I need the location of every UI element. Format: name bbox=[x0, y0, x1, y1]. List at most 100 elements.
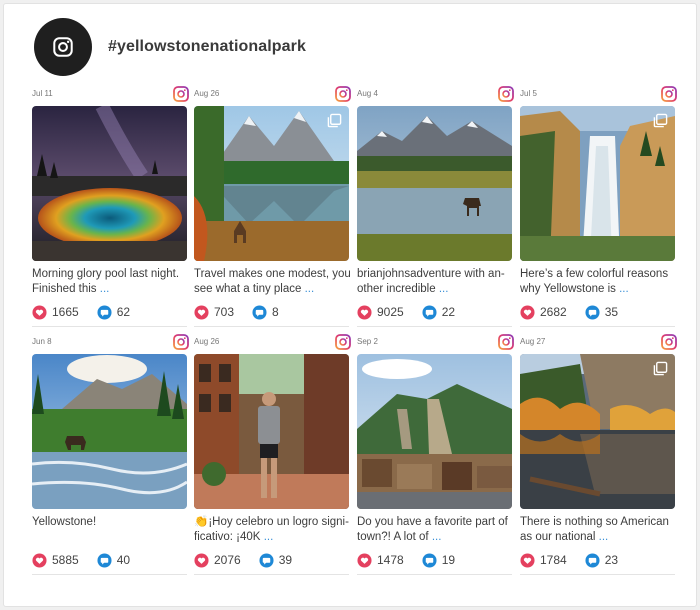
read-more-link[interactable]: ... bbox=[599, 531, 609, 543]
post-photo[interactable] bbox=[520, 354, 675, 509]
post-card[interactable]: Jul 11 Morning glory pool last night. Fi… bbox=[32, 86, 189, 331]
instagram-badge-icon[interactable] bbox=[173, 334, 189, 350]
comment-count[interactable]: 62 bbox=[97, 304, 130, 320]
post-image bbox=[194, 354, 349, 509]
read-more-link[interactable]: ... bbox=[619, 283, 629, 295]
like-count[interactable]: 703 bbox=[194, 304, 234, 320]
post-divider bbox=[32, 326, 187, 327]
post-card[interactable]: Aug 4 brianjohnsadventure with an-other … bbox=[357, 86, 514, 331]
post-card[interactable]: Jul 5 Here’s a few colorful reasons why … bbox=[520, 86, 677, 331]
like-count[interactable]: 1478 bbox=[357, 552, 404, 568]
post-meta: Aug 4 bbox=[357, 86, 514, 104]
heart-icon bbox=[32, 552, 47, 568]
comment-count-value: 39 bbox=[278, 553, 293, 567]
comment-count[interactable]: 23 bbox=[585, 552, 618, 568]
instagram-badge-icon[interactable] bbox=[498, 334, 514, 350]
heart-icon bbox=[194, 552, 209, 568]
comment-icon bbox=[97, 552, 112, 568]
post-caption[interactable]: Travel makes one modest, you see what a … bbox=[194, 267, 354, 297]
instagram-badge-icon[interactable] bbox=[335, 334, 351, 350]
post-date: Jul 5 bbox=[520, 89, 537, 98]
read-more-link[interactable]: ... bbox=[264, 531, 274, 543]
instagram-badge-icon[interactable] bbox=[661, 86, 677, 102]
post-meta: Aug 26 bbox=[194, 86, 351, 104]
like-count-value: 2682 bbox=[540, 305, 567, 319]
like-count-value: 1665 bbox=[52, 305, 79, 319]
instagram-feed-card: #yellowstonenationalpark Jul 11 Morning … bbox=[3, 3, 697, 607]
instagram-badge-icon[interactable] bbox=[498, 86, 514, 102]
post-divider bbox=[357, 574, 512, 575]
like-count-value: 1478 bbox=[377, 553, 404, 567]
comment-count[interactable]: 19 bbox=[422, 552, 456, 568]
read-more-link[interactable]: ... bbox=[439, 283, 449, 295]
post-caption[interactable]: Yellowstone! bbox=[32, 515, 192, 530]
post-date: Aug 26 bbox=[194, 337, 220, 346]
read-more-link[interactable]: ... bbox=[432, 531, 442, 543]
post-card[interactable]: Aug 26 👏¡Hoy celebro un logro signi-fica… bbox=[194, 334, 351, 579]
comment-count-value: 35 bbox=[604, 305, 619, 319]
like-count[interactable]: 1784 bbox=[520, 552, 567, 568]
post-image bbox=[520, 106, 675, 261]
heart-icon bbox=[520, 304, 535, 320]
post-image bbox=[194, 106, 349, 261]
post-meta: Sep 2 bbox=[357, 334, 514, 352]
post-card[interactable]: Jun 8 Yellowstone! 5885 40 bbox=[32, 334, 189, 579]
post-photo[interactable] bbox=[520, 106, 675, 261]
post-stats: 1784 23 bbox=[520, 551, 675, 569]
instagram-badge-icon[interactable] bbox=[661, 334, 677, 350]
comment-count[interactable]: 35 bbox=[585, 304, 619, 320]
instagram-badge-icon[interactable] bbox=[335, 86, 351, 102]
read-more-link[interactable]: ... bbox=[100, 283, 110, 295]
post-divider bbox=[32, 574, 187, 575]
post-photo[interactable] bbox=[357, 106, 512, 261]
post-card[interactable]: Aug 27 There is nothing so American as o… bbox=[520, 334, 677, 579]
post-meta: Aug 26 bbox=[194, 334, 351, 352]
post-photo[interactable] bbox=[32, 354, 187, 509]
heart-icon bbox=[520, 552, 535, 568]
post-photo[interactable] bbox=[32, 106, 187, 261]
comment-count[interactable]: 22 bbox=[422, 304, 455, 320]
like-count[interactable]: 2076 bbox=[194, 552, 241, 568]
like-count[interactable]: 5885 bbox=[32, 552, 79, 568]
comment-count[interactable]: 8 bbox=[252, 304, 279, 320]
like-count[interactable]: 2682 bbox=[520, 304, 567, 320]
post-caption[interactable]: Morning glory pool last night. Finished … bbox=[32, 267, 192, 297]
post-date: Jun 8 bbox=[32, 337, 52, 346]
post-card[interactable]: Sep 2 Do you have a favorite part of tow… bbox=[357, 334, 514, 579]
multiple-photos-icon bbox=[327, 113, 342, 128]
post-image bbox=[357, 354, 512, 509]
post-divider bbox=[520, 574, 675, 575]
caption-text: There is nothing so American as our nati… bbox=[520, 516, 669, 543]
post-meta: Aug 27 bbox=[520, 334, 677, 352]
like-count-value: 9025 bbox=[377, 305, 404, 319]
comment-icon bbox=[97, 304, 112, 320]
instagram-badge-icon[interactable] bbox=[173, 86, 189, 102]
post-caption[interactable]: Here’s a few colorful reasons why Yellow… bbox=[520, 267, 680, 297]
post-date: Aug 4 bbox=[357, 89, 378, 98]
post-caption[interactable]: Do you have a favorite part of town?! A … bbox=[357, 515, 517, 545]
post-photo[interactable] bbox=[194, 106, 349, 261]
post-stats: 1665 62 bbox=[32, 303, 187, 321]
post-photo[interactable] bbox=[194, 354, 349, 509]
heart-icon bbox=[357, 552, 372, 568]
read-more-link[interactable]: ... bbox=[305, 283, 315, 295]
post-photo[interactable] bbox=[357, 354, 512, 509]
comment-icon bbox=[422, 552, 437, 568]
post-caption[interactable]: brianjohnsadventure with an-other incred… bbox=[357, 267, 517, 297]
heart-icon bbox=[357, 304, 372, 320]
comment-count-value: 19 bbox=[441, 553, 456, 567]
comment-icon bbox=[252, 304, 267, 320]
like-count[interactable]: 9025 bbox=[357, 304, 404, 320]
post-image bbox=[357, 106, 512, 261]
post-caption[interactable]: 👏¡Hoy celebro un logro signi-ficativo: ¡… bbox=[194, 515, 354, 545]
post-card[interactable]: Aug 26 Travel makes one modest, you see … bbox=[194, 86, 351, 331]
comment-count[interactable]: 40 bbox=[97, 552, 131, 568]
comment-count-value: 40 bbox=[116, 553, 131, 567]
like-count[interactable]: 1665 bbox=[32, 304, 79, 320]
post-image bbox=[32, 354, 187, 509]
comment-icon bbox=[585, 552, 600, 568]
comment-count[interactable]: 39 bbox=[259, 552, 293, 568]
comment-icon bbox=[585, 304, 600, 320]
post-caption[interactable]: There is nothing so American as our nati… bbox=[520, 515, 680, 545]
post-grid: Jul 11 Morning glory pool last night. Fi… bbox=[4, 4, 696, 606]
